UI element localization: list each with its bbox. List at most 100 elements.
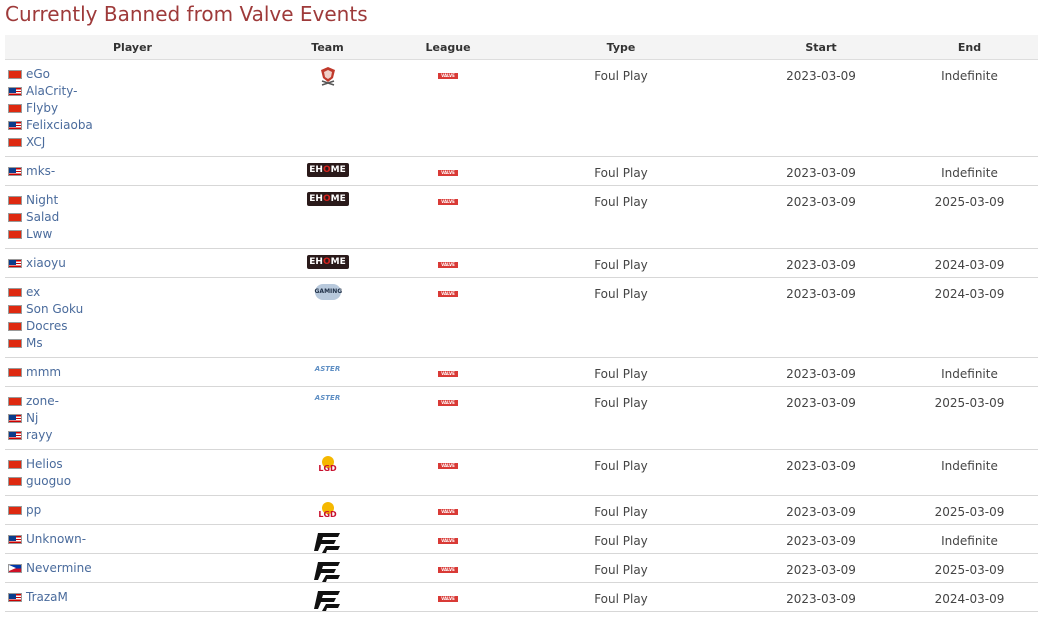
ehome-logo[interactable]: EHOME [306,255,349,269]
player-link[interactable]: Flyby [26,100,58,117]
type-cell: Foul Play [501,386,741,450]
valve-league-icon[interactable]: VALVE [438,538,458,544]
table-row: Night Salad Lww EHOME VALVE Foul Play 2023-03-… [5,185,1038,249]
type-cell: Foul Play [501,582,741,612]
player-link[interactable]: Nj [26,410,38,427]
player-entry: Unknown- [8,531,260,548]
player-link[interactable]: Unknown- [26,531,86,548]
league-cell: VALVE [395,524,501,554]
player-link[interactable]: Salad [26,209,59,226]
flag-icon [8,368,22,377]
player-cell: Nevermine [5,553,260,583]
player-link[interactable]: xiaoyu [26,255,66,272]
player-link[interactable]: pp [26,502,41,519]
start-date-cell: 2023-03-09 [741,248,901,278]
ehome-logo[interactable]: EHOME [306,192,349,206]
valve-league-icon[interactable]: VALVE [438,262,458,268]
ehome-logo[interactable]: EHOME [306,163,349,177]
player-link[interactable]: zone- [26,393,59,410]
player-link[interactable]: Night [26,192,58,209]
ff-logo[interactable] [313,560,342,582]
player-entry: Lww [8,226,260,243]
emblem-team-logo[interactable] [318,66,338,86]
league-cell: VALVE [395,248,501,278]
player-link[interactable]: Felixciaoba [26,117,93,134]
table-row: mmm ASTER VALVE Foul Play 2023-03-09 Indefini… [5,357,1038,387]
player-entry: Docres [8,318,260,335]
player-cell: TrazaM [5,582,260,612]
valve-league-icon[interactable]: VALVE [438,509,458,515]
valve-league-icon[interactable]: VALVE [438,567,458,573]
type-cell: Foul Play [501,553,741,583]
gaming-logo[interactable]: GAMING [314,284,342,300]
player-link[interactable]: AlaCrity- [26,83,77,100]
end-date-cell: Indefinite [901,156,1038,186]
start-date-cell: 2023-03-09 [741,449,901,496]
flag-icon [8,167,22,176]
table-row: Nevermine VALVE Foul Play 2023-03-09 2025-03… [5,553,1038,583]
flag-icon [8,414,22,423]
flag-icon [8,477,22,486]
header-league[interactable]: League [395,35,501,60]
header-player[interactable]: Player [5,35,260,60]
flag-icon [8,230,22,239]
player-link[interactable]: Helios [26,456,63,473]
player-cell: mks- [5,156,260,186]
player-link[interactable]: Docres [26,318,67,335]
valve-league-icon[interactable]: VALVE [438,596,458,602]
header-end[interactable]: End [901,35,1038,60]
player-cell: mmm [5,357,260,387]
end-date-cell: 2024-03-09 [901,582,1038,612]
player-link[interactable]: Nevermine [26,560,92,577]
aster-logo[interactable]: ASTER [308,393,348,407]
player-link[interactable]: mmm [26,364,61,381]
player-link[interactable]: eGo [26,66,50,83]
player-entry: Night [8,192,260,209]
valve-league-icon[interactable]: VALVE [438,400,458,406]
player-cell: pp [5,495,260,525]
aster-logo[interactable]: ASTER [308,364,348,378]
player-entry: eGo [8,66,260,83]
player-link[interactable]: Ms [26,335,43,352]
start-date-cell: 2023-03-09 [741,59,901,157]
valve-league-icon[interactable]: VALVE [438,371,458,377]
ff-logo[interactable] [313,531,342,553]
start-date-cell: 2023-03-09 [741,582,901,612]
player-link[interactable]: ex [26,284,40,301]
player-entry: Nevermine [8,560,260,577]
header-team[interactable]: Team [260,35,395,60]
lgd-logo[interactable]: LGD [315,456,341,473]
player-link[interactable]: XCJ [26,134,45,151]
header-type[interactable]: Type [501,35,741,60]
lgd-logo[interactable]: LGD [315,502,341,519]
type-cell: Foul Play [501,156,741,186]
valve-league-icon[interactable]: VALVE [438,463,458,469]
league-cell: VALVE [395,357,501,387]
type-cell: Foul Play [501,495,741,525]
player-link[interactable]: mks- [26,163,55,180]
flag-icon [8,322,22,331]
table-row: zone- Nj rayy ASTER VALVE Foul Play 2023-03-09… [5,386,1038,450]
valve-league-icon[interactable]: VALVE [438,291,458,297]
valve-league-icon[interactable]: VALVE [438,73,458,79]
page: Currently Banned from Valve Events Playe… [0,0,1039,620]
valve-league-icon[interactable]: VALVE [438,199,458,205]
player-cell: Night Salad Lww [5,185,260,249]
player-link[interactable]: guoguo [26,473,71,490]
flag-icon [8,196,22,205]
ff-logo[interactable] [313,589,342,611]
player-link[interactable]: Lww [26,226,52,243]
header-start[interactable]: Start [741,35,901,60]
valve-league-icon[interactable]: VALVE [438,170,458,176]
flag-icon [8,87,22,96]
player-entry: xiaoyu [8,255,260,272]
type-cell: Foul Play [501,357,741,387]
bans-table: Player Team League Type Start End eGo Ala… [5,35,1038,612]
league-cell: VALVE [395,156,501,186]
player-link[interactable]: TrazaM [26,589,68,606]
player-link[interactable]: Son Goku [26,301,83,318]
table-row: pp LGD VALVE Foul Play 2023-03-09 2025-03-09 [5,495,1038,525]
player-entry: Salad [8,209,260,226]
player-link[interactable]: rayy [26,427,53,444]
player-entry: TrazaM [8,589,260,606]
